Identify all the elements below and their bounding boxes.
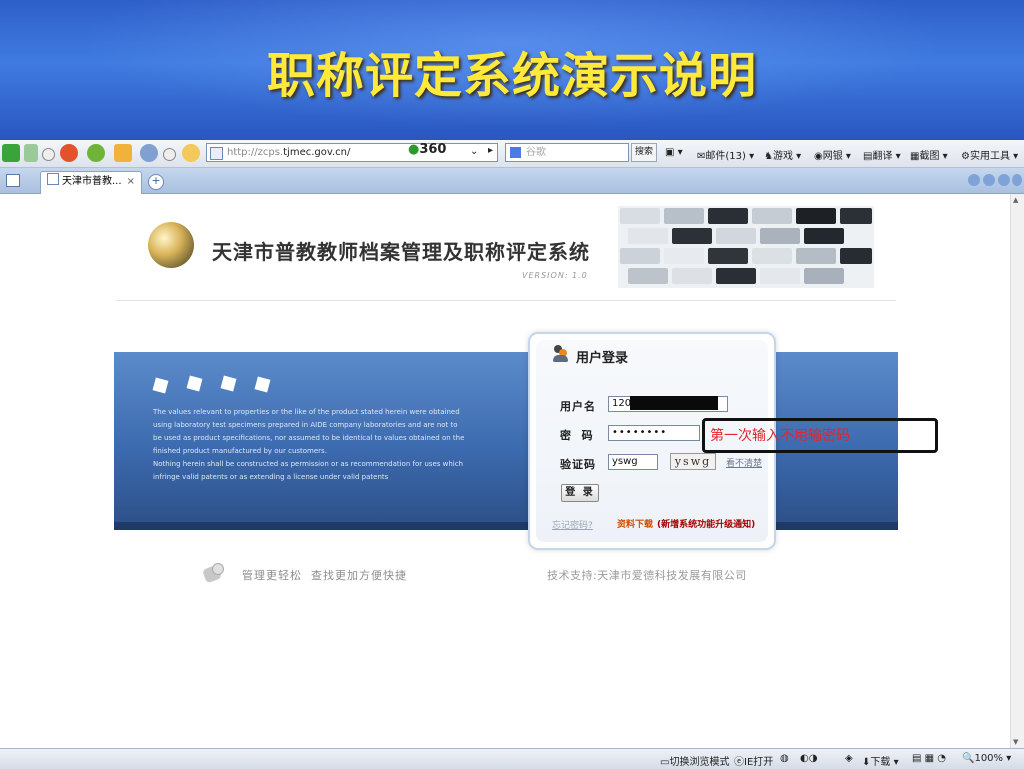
scrollbar[interactable]: ▲ ▼ (1010, 194, 1024, 748)
refresh-icon[interactable] (87, 144, 105, 162)
bank-button[interactable]: ◉网银 ▾ (814, 147, 851, 162)
tab-list-icon[interactable] (998, 174, 1010, 186)
slide-title: 职称评定系统演示说明 (266, 48, 757, 104)
keyboard-image (618, 206, 874, 288)
games-button[interactable]: ♞游戏 ▾ (764, 147, 801, 162)
speed-icon[interactable]: ◈ (845, 753, 853, 764)
version-label: VERSION: 1.0 (522, 271, 588, 280)
ie-open-button[interactable]: ⓔIE打开 (734, 753, 773, 768)
upgrade-notice-link[interactable]: (新增系统功能升级通知) (657, 517, 755, 530)
footer-slogan: 管理更轻松 查找更加方便快捷 (242, 569, 407, 582)
slide-banner: 职称评定系统演示说明 (0, 0, 1024, 140)
tab-close-all-icon[interactable] (1012, 174, 1022, 186)
browser-toolbar: http://zcps.tjmec.gov.cn/ ●360 ⌄ ▸ 谷歌 搜索… (0, 140, 1024, 168)
captcha-input[interactable]: yswg (608, 454, 658, 470)
login-button[interactable]: 登 录 (561, 484, 599, 502)
history-dropdown-icon[interactable] (42, 148, 55, 161)
toggle-icon[interactable]: ◐◑ (800, 753, 817, 764)
forward-icon[interactable] (24, 144, 38, 162)
captcha-image[interactable]: yswg (670, 453, 716, 470)
tools-button[interactable]: ⚙实用工具 ▾ (961, 147, 1018, 162)
address-protocol: http://zcps. (227, 147, 284, 158)
home-icon[interactable] (114, 144, 132, 162)
security-icon[interactable]: ◍ (780, 753, 789, 764)
users-icon (553, 345, 569, 363)
tab-title: 天津市普教... (62, 176, 122, 187)
footer-logo-icon (202, 563, 226, 584)
undo-close-icon[interactable] (140, 144, 158, 162)
stop-icon[interactable] (60, 144, 78, 162)
feature-icon-2 (186, 375, 203, 392)
tab-strip: 天津市普教... × + (0, 168, 1024, 194)
status-tools-icons[interactable]: ▤ ▦ ◔ (912, 753, 946, 764)
favorites-icon[interactable]: ▣ ▾ (665, 147, 683, 158)
system-title: 天津市普教教师档案管理及职称评定系统 (212, 240, 590, 264)
tab-active[interactable]: 天津市普教... × (40, 171, 142, 194)
download-link[interactable]: 资料下载 (617, 517, 653, 530)
switch-mode-button[interactable]: ▭切换浏览模式 (660, 753, 729, 768)
mail-button[interactable]: ✉邮件(13) ▾ (697, 147, 754, 162)
system-logo (148, 222, 194, 268)
undo-dropdown-icon[interactable] (163, 148, 176, 161)
screenshot-button[interactable]: ▦截图 ▾ (910, 147, 948, 162)
annotation-text: 第一次输入不用输密码 (710, 428, 850, 444)
sidebar-toggle-icon[interactable] (6, 174, 20, 187)
login-title: 用户登录 (576, 351, 629, 366)
status-bar: ▭切换浏览模式 ⓔIE打开 ◍ ◐◑ ◈ ⬇下载 ▾ ▤ ▦ ◔ 🔍100% ▾ (0, 748, 1024, 769)
new-tab-button[interactable]: + (148, 174, 164, 190)
zoom-control[interactable]: 🔍100% ▾ (962, 753, 1011, 764)
feature-icon-1 (152, 377, 169, 394)
captcha-label: 验证码 (560, 458, 596, 471)
tab-scroll-right-icon[interactable] (983, 174, 995, 186)
360-logo: ●360 (408, 142, 447, 157)
disclaimer-text: The values relevant to properties or the… (153, 408, 465, 481)
feature-icon-4 (254, 376, 271, 393)
back-icon[interactable] (2, 144, 20, 162)
forgot-password-link[interactable]: 忘记密码? (552, 518, 593, 531)
address-bar[interactable]: http://zcps.tjmec.gov.cn/ (206, 143, 498, 162)
password-label: 密 码 (560, 429, 594, 442)
search-input[interactable]: 谷歌 (505, 143, 629, 162)
username-label: 用户名 (560, 400, 596, 413)
search-button[interactable]: 搜索 (631, 143, 657, 162)
tab-scroll-left-icon[interactable] (968, 174, 980, 186)
go-icon[interactable]: ▸ (488, 145, 493, 156)
feature-icon-3 (220, 375, 237, 392)
tab-page-icon (47, 173, 59, 185)
header-divider (116, 300, 896, 301)
translate-button[interactable]: ▤翻译 ▾ (863, 147, 901, 162)
page-icon (210, 147, 223, 160)
address-host: tjmec.gov.cn/ (283, 147, 351, 158)
paw-icon[interactable] (182, 144, 200, 162)
captcha-refresh-link[interactable]: 看不清楚 (726, 456, 762, 469)
download-button[interactable]: ⬇下载 ▾ (862, 753, 899, 768)
tab-close-icon[interactable]: × (127, 172, 135, 192)
search-engine-icon (510, 147, 521, 158)
footer-support: 技术支持:天津市爱德科技发展有限公司 (547, 569, 747, 582)
password-input[interactable]: •••••••• (608, 425, 700, 441)
address-dropdown-icon[interactable]: ⌄ (470, 146, 478, 157)
redaction-block (630, 396, 718, 410)
